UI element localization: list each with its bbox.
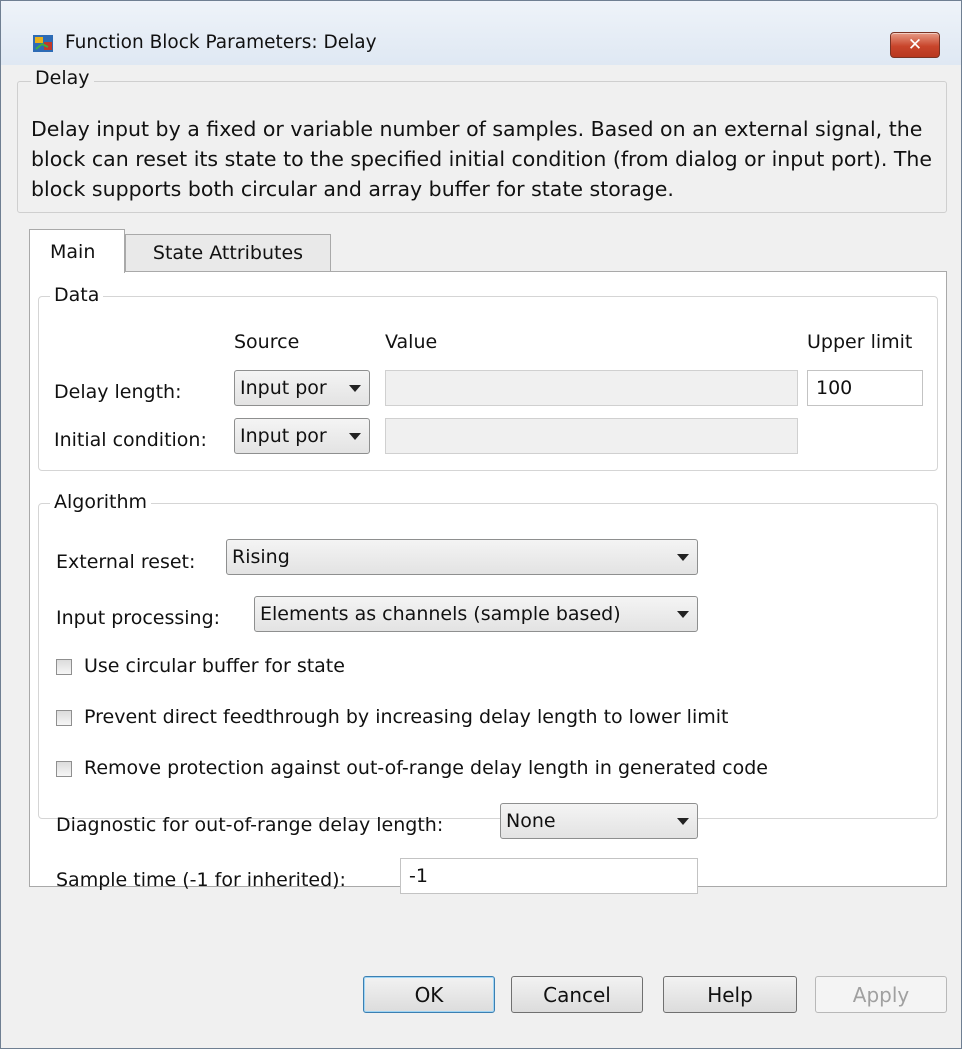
diagnostic-label: Diagnostic for out-of-range delay length…: [56, 814, 444, 836]
external-reset-label: External reset:: [56, 551, 196, 573]
title-bar[interactable]: Function Block Parameters: Delay ✕: [1, 1, 961, 65]
external-reset-value: Rising: [232, 546, 290, 568]
upper-limit-column-header: Upper limit: [807, 331, 913, 353]
input-processing-value: Elements as channels (sample based): [260, 603, 621, 625]
circular-buffer-checkbox[interactable]: [56, 659, 72, 675]
remove-protection-label[interactable]: Remove protection against out-of-range d…: [84, 757, 768, 779]
initial-condition-source-value: Input por: [240, 425, 327, 447]
prevent-feedthrough-checkbox[interactable]: [56, 710, 72, 726]
initial-condition-source-select[interactable]: Input por: [234, 418, 370, 454]
source-column-header: Source: [234, 331, 300, 353]
input-processing-select[interactable]: Elements as channels (sample based): [254, 596, 698, 632]
algorithm-group-legend: Algorithm: [50, 491, 152, 513]
data-group-legend: Data: [50, 284, 104, 306]
external-reset-select[interactable]: Rising: [226, 539, 698, 575]
remove-protection-checkbox[interactable]: [56, 761, 72, 777]
delay-length-upper-limit-field[interactable]: 100: [807, 370, 923, 406]
chevron-down-icon: [677, 818, 689, 825]
description-legend: Delay: [31, 67, 94, 89]
tab-state-attributes-label: State Attributes: [152, 242, 304, 264]
main-tab-panel: Data Source Value Upper limit Delay leng…: [29, 271, 947, 894]
help-button[interactable]: Help: [663, 976, 797, 1013]
delay-length-source-select[interactable]: Input por: [234, 370, 370, 406]
apply-button[interactable]: Apply: [815, 976, 947, 1013]
dialog-window: Function Block Parameters: Delay ✕ Delay…: [0, 0, 962, 1049]
delay-length-label: Delay length:: [54, 381, 182, 403]
chevron-down-icon: [349, 433, 361, 440]
description-text: Delay input by a fixed or variable numbe…: [31, 117, 933, 201]
delay-length-source-value: Input por: [240, 377, 327, 399]
sample-time-label: Sample time (-1 for inherited):: [56, 869, 346, 891]
chevron-down-icon: [349, 385, 361, 392]
delay-length-upper-limit-text: 100: [816, 377, 853, 399]
sample-time-text: -1: [409, 865, 428, 887]
simulink-block-icon: [32, 33, 56, 55]
sample-time-field[interactable]: -1: [400, 858, 698, 894]
diagnostic-value: None: [506, 810, 556, 832]
close-button[interactable]: ✕: [890, 32, 940, 58]
close-icon: ✕: [907, 35, 923, 55]
window-title: Function Block Parameters: Delay: [65, 32, 377, 53]
delay-length-value-field: [385, 370, 798, 406]
tab-main[interactable]: Main: [29, 229, 125, 273]
ok-button[interactable]: OK: [363, 976, 495, 1013]
tab-main-label: Main: [50, 240, 96, 263]
value-column-header: Value: [385, 331, 438, 353]
chevron-down-icon: [677, 611, 689, 618]
input-processing-label: Input processing:: [56, 607, 221, 629]
prevent-feedthrough-label[interactable]: Prevent direct feedthrough by increasing…: [84, 706, 728, 728]
chevron-down-icon: [677, 554, 689, 561]
initial-condition-label: Initial condition:: [54, 429, 207, 451]
diagnostic-select[interactable]: None: [500, 803, 698, 839]
initial-condition-value-field: [385, 418, 798, 454]
cancel-button[interactable]: Cancel: [511, 976, 643, 1013]
tab-state-attributes[interactable]: State Attributes: [125, 234, 331, 271]
circular-buffer-label[interactable]: Use circular buffer for state: [84, 655, 345, 677]
